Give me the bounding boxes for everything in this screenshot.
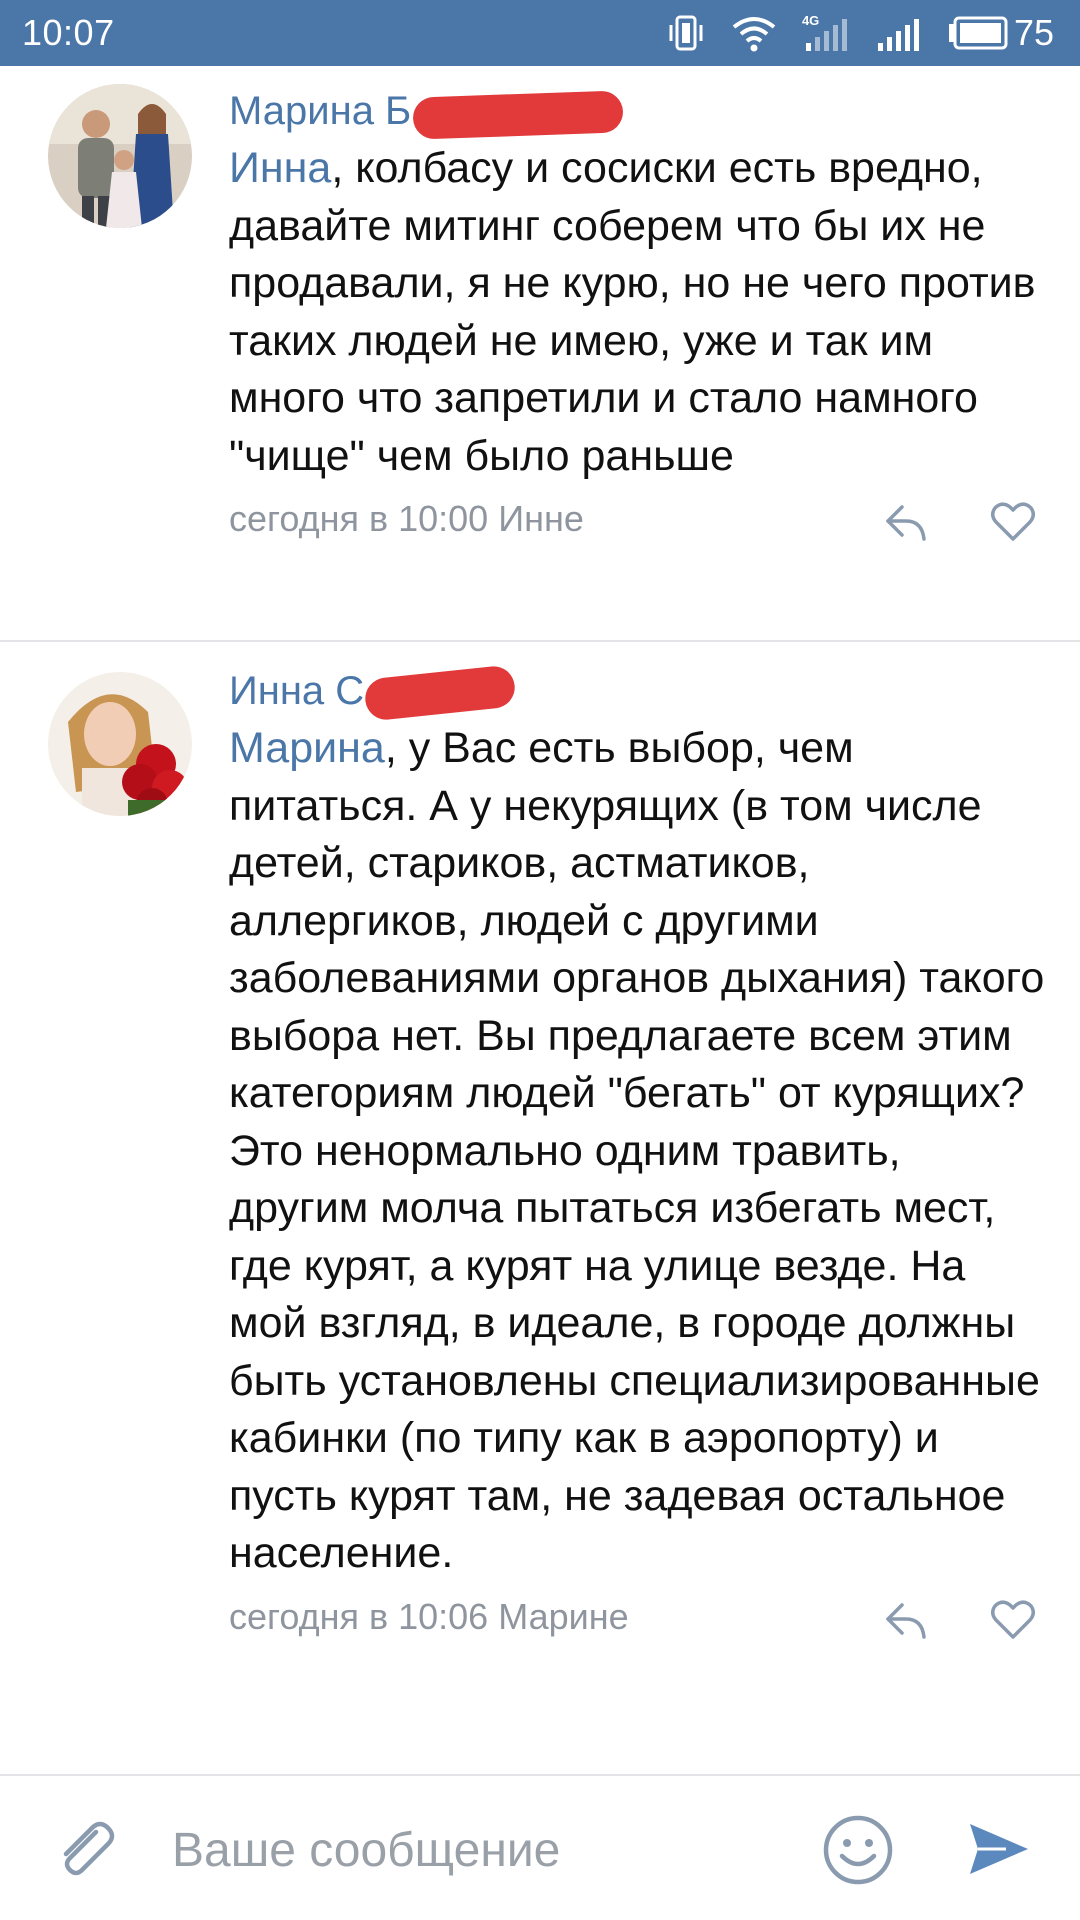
- wifi-icon: [732, 17, 776, 52]
- status-icons: 4G 75: [666, 12, 1054, 54]
- author-row: Марина Б: [229, 82, 1050, 140]
- reply-icon[interactable]: [882, 1595, 930, 1643]
- battery-icon: [948, 16, 1008, 50]
- comment-meta: сегодня в 10:00 Инне: [229, 489, 1050, 549]
- heart-icon[interactable]: [990, 1597, 1036, 1641]
- redaction-mark: [363, 664, 517, 722]
- avatar[interactable]: [48, 84, 192, 228]
- avatar[interactable]: [48, 672, 192, 816]
- heart-icon[interactable]: [990, 499, 1036, 543]
- status-time: 10:07: [22, 12, 115, 53]
- comment-text-body: , у Вас есть выбор, чем питаться. А у не…: [229, 724, 1045, 1577]
- comment: Инна С Марина, у Вас есть выбор, чем пит…: [0, 640, 1080, 1774]
- comment-text: Марина, у Вас есть выбор, чем питаться. …: [229, 720, 1050, 1583]
- emoji-icon[interactable]: [822, 1814, 894, 1886]
- comment-timestamp: сегодня в 10:00 Инне: [229, 498, 584, 539]
- message-input[interactable]: [172, 1810, 792, 1890]
- author-name[interactable]: Инна С: [229, 669, 364, 713]
- comment: Марина Б Инна, колбасу и сосиски есть вр…: [0, 66, 1080, 640]
- comment-text: Инна, колбасу и сосиски есть вредно, дав…: [229, 140, 1050, 485]
- signal-4g-icon: 4G: [802, 13, 850, 53]
- reply-icon[interactable]: [882, 497, 930, 545]
- author-name[interactable]: Марина Б: [229, 89, 411, 133]
- send-icon[interactable]: [966, 1816, 1032, 1882]
- comments-list: Марина Б Инна, колбасу и сосиски есть вр…: [0, 66, 1080, 1774]
- vibrate-icon: [669, 15, 703, 51]
- comment-timestamp: сегодня в 10:06 Марине: [229, 1595, 629, 1637]
- comment-body: Марина Б Инна, колбасу и сосиски есть вр…: [229, 82, 1050, 549]
- comment-text-body: , колбасу и сосиски есть вредно, давайте…: [229, 144, 1036, 480]
- reply-to-link[interactable]: Инна: [229, 144, 331, 192]
- reply-to-link[interactable]: Марина: [229, 724, 385, 772]
- battery-level: 75: [1013, 12, 1054, 53]
- battery: 75: [948, 12, 1054, 54]
- comment-meta: сегодня в 10:06 Марине: [229, 1587, 1050, 1647]
- author-row: Инна С: [229, 662, 1050, 722]
- redaction-mark: [412, 90, 624, 140]
- status-bar: 10:07 4G 75: [0, 0, 1080, 66]
- attach-icon[interactable]: [50, 1814, 118, 1882]
- comment-body: Инна С Марина, у Вас есть выбор, чем пит…: [229, 662, 1050, 1647]
- message-composer: [0, 1774, 1080, 1920]
- signal-icon: [877, 19, 919, 51]
